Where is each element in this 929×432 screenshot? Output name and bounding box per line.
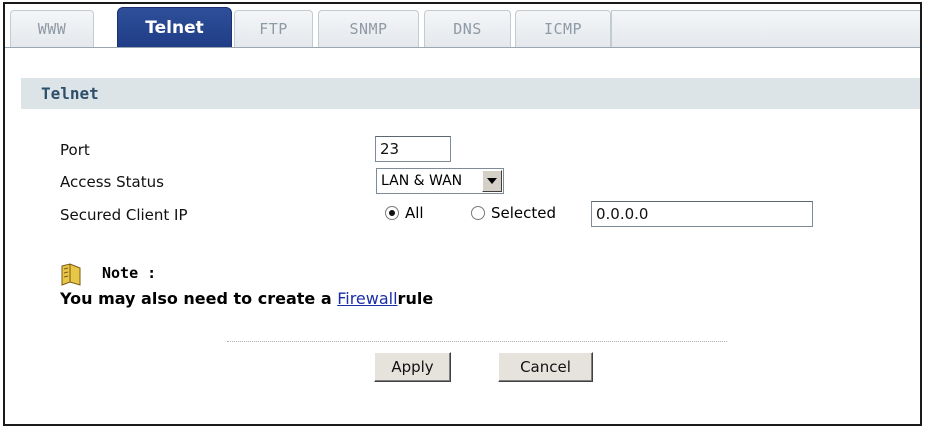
port-input[interactable] xyxy=(375,136,451,162)
secured-client-ip-label: Secured Client IP xyxy=(60,206,188,224)
button-divider xyxy=(227,341,727,342)
note-pin-icon xyxy=(61,263,81,286)
tab-www[interactable]: WWW xyxy=(10,10,94,47)
apply-button[interactable]: Apply xyxy=(374,352,451,382)
section-title: Telnet xyxy=(21,78,920,109)
radio-selected[interactable] xyxy=(471,206,485,220)
access-status-value: LAN & WAN xyxy=(381,173,463,189)
tab-divider xyxy=(5,47,920,48)
radio-all-label: All xyxy=(405,204,424,222)
radio-all-group[interactable]: All xyxy=(385,204,424,222)
tab-bar-filler xyxy=(611,10,920,47)
access-status-select[interactable]: LAN & WAN xyxy=(376,168,504,194)
secured-ip-input[interactable] xyxy=(591,201,813,227)
port-label: Port xyxy=(60,141,90,159)
telnet-config-panel: WWW Telnet FTP SNMP DNS ICMP Telnet Port… xyxy=(3,2,922,426)
tab-dns[interactable]: DNS xyxy=(424,10,511,47)
firewall-link[interactable]: Firewall xyxy=(337,289,397,308)
access-status-label: Access Status xyxy=(60,173,164,191)
note-text: You may also need to create a Firewallru… xyxy=(60,289,434,308)
tab-snmp[interactable]: SNMP xyxy=(318,10,419,47)
radio-selected-group[interactable]: Selected xyxy=(471,204,556,222)
tab-icmp[interactable]: ICMP xyxy=(515,10,611,47)
tab-bar: WWW Telnet FTP SNMP DNS ICMP xyxy=(5,4,920,48)
radio-all[interactable] xyxy=(385,206,399,220)
radio-selected-label: Selected xyxy=(491,204,557,222)
dropdown-arrow-icon[interactable] xyxy=(482,170,502,192)
note-label: Note : xyxy=(102,264,157,282)
tab-telnet[interactable]: Telnet xyxy=(117,7,232,48)
cancel-button[interactable]: Cancel xyxy=(498,352,593,382)
tab-ftp[interactable]: FTP xyxy=(234,10,313,47)
